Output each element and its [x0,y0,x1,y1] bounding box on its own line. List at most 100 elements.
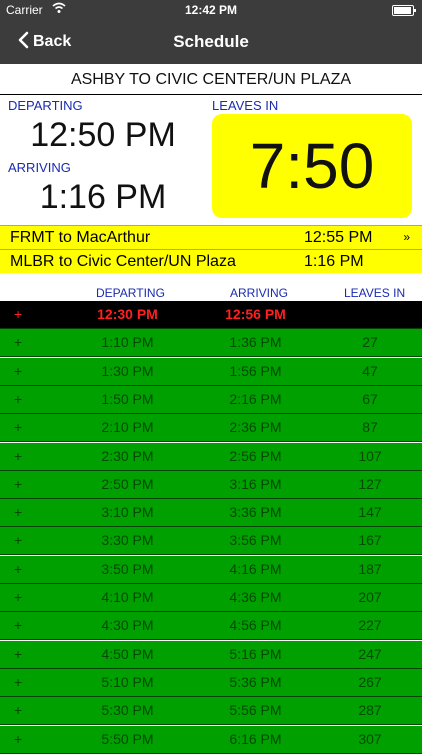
row-departing: 5:10 PM [101,673,154,690]
row-departing: 4:30 PM [101,617,154,634]
add-trip-icon[interactable]: + [14,612,22,639]
row-departing: 1:30 PM [101,362,154,379]
add-trip-icon[interactable]: + [14,329,22,356]
row-departing: 3:30 PM [101,532,154,549]
transfer-route: MLBR to Civic Center/UN Plaza [10,253,236,270]
row-departing: 1:10 PM [101,334,154,351]
table-row[interactable]: +2:30 PM 2:56 PM 107 [0,442,422,471]
transfer-row[interactable]: MLBR to Civic Center/UN Plaza 1:16 PM [0,249,422,273]
row-leaves-in: 47 [362,362,378,379]
schedule-table-header: DEPARTING ARRIVING LEAVES IN [0,282,422,302]
add-trip-icon[interactable]: + [14,669,22,696]
row-leaves-in: 287 [358,702,382,719]
arriving-time: 1:16 PM [39,178,167,216]
row-leaves-in: 207 [358,589,382,605]
table-row[interactable]: +2:10 PM 2:36 PM 87 [0,414,422,443]
row-departing: 5:50 PM [101,730,154,747]
row-arriving: 1:56 PM [229,362,282,379]
add-trip-icon[interactable]: + [14,697,22,724]
row-leaves-in: 127 [358,475,382,492]
table-row[interactable]: +4:30 PM 4:56 PM 227 [0,612,422,641]
row-leaves-in: 67 [362,390,378,407]
more-arrow-icon[interactable]: » [403,226,410,249]
transfer-time: 1:16 PM [304,253,364,270]
row-arriving: 4:16 PM [229,560,282,577]
leaves-in-label: LEAVES IN [212,98,279,113]
header-leaves-in: LEAVES IN [344,286,406,300]
row-leaves-in: 87 [362,419,378,436]
row-leaves-in: 107 [358,447,382,464]
transfer-row[interactable]: FRMT to MacArthur 12:55 PM » [0,225,422,249]
arriving-label: ARRIVING [8,160,71,175]
row-arriving: 5:36 PM [229,673,282,690]
add-trip-icon[interactable]: + [14,386,22,413]
status-bar: Carrier 12:42 PM [0,0,422,20]
add-trip-icon[interactable]: + [14,499,22,526]
countdown-value: 7:50 [249,130,375,202]
row-leaves-in: 147 [358,504,382,521]
row-arriving: 5:16 PM [229,645,282,662]
row-leaves-in: 187 [358,560,382,577]
row-arriving: 12:56 PM [225,306,286,322]
add-trip-icon[interactable]: + [14,641,22,668]
row-leaves-in: 27 [362,334,378,351]
row-leaves-in: 247 [358,645,382,662]
route-title: ASHBY TO CIVIC CENTER/UN PLAZA [0,66,422,95]
row-departing: 3:50 PM [101,560,154,577]
row-arriving: 3:16 PM [229,475,282,492]
row-leaves-in: 267 [358,673,382,690]
page-title: Schedule [173,32,249,51]
row-leaves-in: 167 [358,532,382,549]
table-row[interactable]: +1:10 PM 1:36 PM 27 [0,329,422,358]
row-departing: 4:50 PM [101,645,154,662]
add-trip-icon[interactable]: + [14,726,22,753]
row-arriving: 6:16 PM [229,730,282,747]
row-departing: 2:50 PM [101,475,154,492]
table-row[interactable]: +2:50 PM 3:16 PM 127 [0,470,422,499]
row-leaves-in: 307 [358,730,382,747]
add-trip-icon[interactable]: + [14,414,22,441]
table-row[interactable]: +5:50 PM 6:16 PM 307 [0,725,422,754]
add-trip-icon[interactable]: + [14,301,22,328]
row-arriving: 2:36 PM [229,419,282,436]
row-arriving: 4:36 PM [229,589,282,605]
row-departing: 5:30 PM [101,702,154,719]
row-departing: 2:30 PM [101,447,154,464]
table-row[interactable]: +4:50 PM 5:16 PM 247 [0,640,422,669]
row-departing: 4:10 PM [101,589,154,605]
row-arriving: 3:36 PM [229,504,282,521]
add-trip-icon[interactable]: + [14,358,22,385]
transfer-time: 12:55 PM [304,229,373,246]
add-trip-icon[interactable]: + [14,556,22,583]
add-trip-icon[interactable]: + [14,471,22,498]
table-row[interactable]: +3:50 PM 4:16 PM 187 [0,555,422,584]
row-departing: 2:10 PM [101,419,154,436]
header-arriving: ARRIVING [230,286,289,300]
row-arriving: 2:56 PM [229,447,282,464]
row-departing: 1:50 PM [101,390,154,407]
table-row[interactable]: +5:10 PM 5:36 PM 267 [0,668,422,697]
countdown-box: 7:50 [212,114,412,218]
battery-icon [392,5,416,16]
nav-bar: Back Schedule [0,20,422,64]
table-row[interactable]: +5:30 PM 5:56 PM 287 [0,697,422,726]
add-trip-icon[interactable]: + [14,443,22,470]
row-departing: 12:30 PM [97,306,158,322]
table-row[interactable]: +1:30 PM 1:56 PM 47 [0,357,422,386]
row-arriving: 4:56 PM [229,617,282,634]
header-departing: DEPARTING [96,286,165,300]
add-trip-icon[interactable]: + [14,527,22,554]
table-row[interactable]: +4:10 PM 4:36 PM 207 [0,584,422,612]
table-row[interactable]: +3:30 PM 3:56 PM 167 [0,527,422,556]
table-row[interactable]: +3:10 PM 3:36 PM 147 [0,499,422,528]
status-time: 12:42 PM [184,3,238,17]
row-arriving: 1:36 PM [229,334,282,351]
row-arriving: 5:56 PM [229,702,282,719]
departing-time: 12:50 PM [30,116,176,154]
departing-label: DEPARTING [8,98,83,113]
table-row[interactable]: +1:50 PM 2:16 PM 67 [0,385,422,414]
add-trip-icon[interactable]: + [14,584,22,611]
row-arriving: 3:56 PM [229,532,282,549]
row-arriving: 2:16 PM [229,390,282,407]
table-row[interactable]: +12:30 PM 12:56 PM [0,301,422,329]
